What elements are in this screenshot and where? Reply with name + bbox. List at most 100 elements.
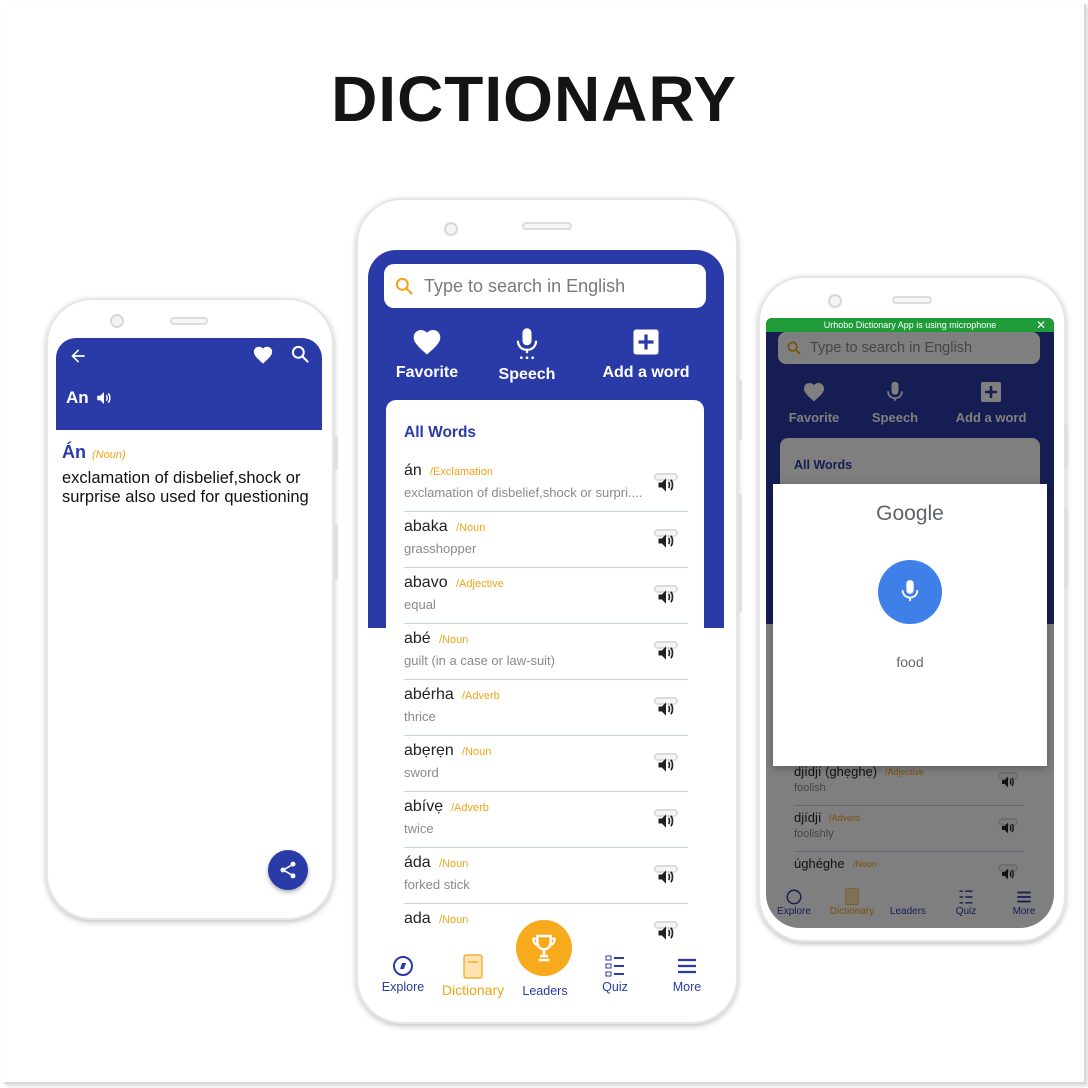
heart-icon[interactable]: [252, 344, 274, 366]
word-pos: /Noun: [439, 914, 469, 926]
word-list-item[interactable]: án/Exclamation exclamation of disbelief,s…: [404, 456, 688, 512]
favorite-button[interactable]: Favorite: [384, 326, 470, 382]
phone-left: An Án (Noun) exclamation of disbelief,sho…: [46, 298, 338, 920]
speaker-icon[interactable]: [654, 529, 678, 548]
search-placeholder: Type to search in English: [424, 275, 626, 296]
search-icon: [394, 276, 414, 296]
word-list-item[interactable]: abérha/Adverb thrice: [404, 680, 688, 736]
front-camera: [828, 294, 842, 308]
speaker-icon[interactable]: [654, 585, 678, 604]
side-button: [1064, 424, 1068, 468]
side-button: [1064, 508, 1068, 588]
nav-leaders[interactable]: Leaders: [510, 920, 580, 998]
word-list-item[interactable]: áda/Noun forked stick: [404, 848, 688, 904]
word-pos: /Adverb: [451, 802, 489, 814]
word-text: ada: [404, 910, 431, 927]
word-text: abẹrẹn: [404, 742, 454, 759]
speaker-icon[interactable]: [654, 753, 678, 772]
bottom-nav: Explore Dictionary Leaders Quiz More: [368, 920, 724, 1004]
word-definition: forked stick: [404, 877, 470, 892]
entry-definition: exclamation of disbelief,shock or surpri…: [62, 469, 309, 506]
book-icon: [438, 954, 508, 980]
word-pos: /Noun: [439, 858, 469, 870]
dictionary-screen: Type to search in English Favorite Speec…: [368, 250, 724, 1004]
word-list-item[interactable]: abívẹ/Adverb twice: [404, 792, 688, 848]
word-list-item[interactable]: abavo/Adjective equal: [404, 568, 688, 624]
trophy-icon: [528, 932, 560, 964]
voice-mic-button[interactable]: [878, 560, 942, 624]
leaders-fab[interactable]: [516, 920, 572, 976]
side-button: [334, 524, 338, 580]
side-button: [334, 436, 338, 470]
nav-more[interactable]: More: [652, 954, 722, 994]
word-text: abé: [404, 630, 431, 647]
microphone-icon: [490, 326, 564, 360]
word-definition: equal: [404, 597, 436, 612]
word-list-item[interactable]: abaka/Noun grasshopper: [404, 512, 688, 568]
speaker-icon[interactable]: [654, 865, 678, 884]
word-pos: /Noun: [456, 522, 486, 534]
entry-word: Án: [62, 442, 86, 462]
speaker-icon[interactable]: [94, 389, 114, 407]
word-definition: exclamation of disbelief,shock or surpri…: [404, 485, 643, 500]
word-text: án: [404, 462, 422, 479]
word-text: áda: [404, 854, 431, 871]
word-text: abavo: [404, 574, 448, 591]
back-arrow-icon[interactable]: [68, 346, 88, 366]
favorite-label: Favorite: [395, 364, 459, 381]
side-button: [738, 380, 742, 440]
earpiece-speaker: [522, 222, 572, 230]
speaker-icon[interactable]: [654, 809, 678, 828]
speech-label: Speech: [498, 366, 556, 383]
nav-dictionary-label: Dictionary: [441, 982, 505, 998]
speaker-icon[interactable]: [654, 697, 678, 716]
word-text: abérha: [404, 686, 454, 703]
entry-pos: (Noun): [92, 449, 126, 461]
share-button[interactable]: [268, 850, 308, 890]
earpiece-speaker: [892, 296, 932, 304]
mic-notice-bar: Urhobo Dictionary App is using microphon…: [766, 318, 1054, 332]
menu-icon: [652, 954, 722, 978]
compass-icon: [368, 954, 438, 978]
quick-actions: Favorite Speech Add a word: [368, 326, 724, 396]
word-list-card: All Words án/Exclamation exclamation of d…: [386, 400, 704, 950]
search-input[interactable]: Type to search in English: [384, 264, 706, 308]
detail-header: An: [56, 338, 322, 430]
speaker-icon[interactable]: [654, 473, 678, 492]
word-pos: /Adverb: [462, 690, 500, 702]
word-entry: Án (Noun) exclamation of disbelief,shock …: [62, 442, 312, 507]
plus-box-icon: [596, 326, 696, 358]
quiz-list-icon: [580, 954, 650, 978]
word-list-item[interactable]: abé/Noun guilt (in a case or law-suit): [404, 624, 688, 680]
nav-more-label: More: [672, 980, 702, 994]
earpiece-speaker: [170, 317, 208, 325]
speech-button[interactable]: Speech: [490, 326, 564, 384]
nav-explore-label: Explore: [381, 980, 425, 994]
search-icon[interactable]: [290, 344, 310, 364]
word-text: abaka: [404, 518, 448, 535]
word-pos: /Noun: [439, 634, 469, 646]
canvas: DICTIONARY An Án (Noun) exclamation of d…: [0, 0, 1088, 1088]
phone-right: Urhobo Dictionary App is using microphon…: [758, 276, 1068, 942]
page-title: DICTIONARY: [331, 63, 737, 135]
word-pos: /Exclamation: [430, 466, 493, 478]
word-list-item[interactable]: abẹrẹn/Noun sword: [404, 736, 688, 792]
nav-quiz[interactable]: Quiz: [580, 954, 650, 994]
phone-center: Type to search in English Favorite Speec…: [356, 198, 742, 1024]
speaker-icon[interactable]: [654, 921, 678, 940]
list-title: All Words: [404, 424, 477, 441]
heart-icon: [384, 326, 470, 358]
front-camera: [110, 314, 124, 328]
nav-dictionary[interactable]: Dictionary: [438, 954, 508, 998]
side-button: [738, 494, 742, 612]
word-definition: sword: [404, 765, 439, 780]
nav-explore[interactable]: Explore: [368, 954, 438, 994]
nav-quiz-label: Quiz: [602, 980, 628, 994]
speaker-icon[interactable]: [654, 641, 678, 660]
word-pos: /Adjective: [456, 578, 504, 590]
word-definition: twice: [404, 821, 434, 836]
add-word-button[interactable]: Add a word: [596, 326, 696, 382]
close-icon[interactable]: ✕: [1036, 318, 1046, 332]
mic-notice-text: Urhobo Dictionary App is using microphon…: [823, 320, 997, 330]
word-text: abívẹ: [404, 798, 444, 815]
